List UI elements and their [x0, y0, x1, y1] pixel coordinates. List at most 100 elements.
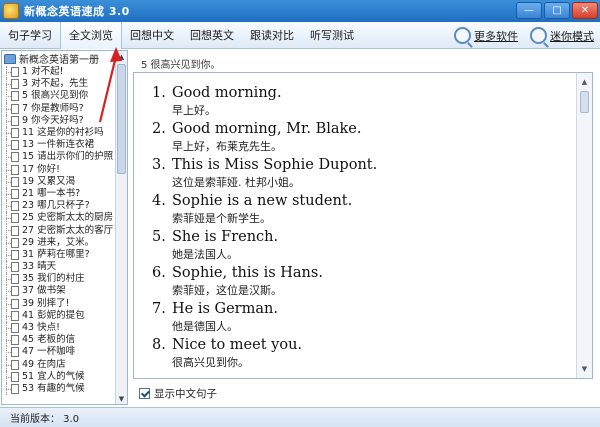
sentence-english-text: This is Miss Sophie Dupont.	[172, 157, 378, 173]
main-toolbar: 句子学习 全文浏览 回想中文 回想英文 跟读对比 听写测试 更多软件 迷你模式	[0, 21, 600, 49]
tree-item-label: 53 有趣的气候	[22, 382, 85, 394]
scroll-up-arrow-icon[interactable]: ▲	[580, 77, 589, 87]
tree-item[interactable]: 5 很高兴见到你	[2, 90, 127, 103]
sentence-english-text: Sophie is a new student.	[172, 193, 353, 209]
sentence-block: 7. He is German. 他是德国人。	[152, 301, 278, 334]
tab-recall-english[interactable]: 回想英文	[182, 22, 242, 49]
tree-item[interactable]: 21 哪一本书?	[2, 187, 127, 201]
show-chinese-label: 显示中文句子	[154, 387, 217, 400]
tree-scrollbar[interactable]: ▲ ▼	[115, 51, 127, 404]
full-text-content: 1. Good morning. 早上好。 2. Good morning, Mr. B…	[133, 72, 593, 379]
tree-item[interactable]: 13 一件新连衣裙	[2, 139, 127, 152]
tree-item[interactable]: 19 又累又渴	[2, 175, 127, 189]
sentence-english: 8. Nice to meet you.	[152, 337, 302, 353]
tree-item-label: 47 一杯咖啡	[22, 346, 76, 358]
document-icon	[11, 79, 19, 90]
tree-item-label: 17 你好!	[22, 163, 60, 175]
document-icon	[11, 201, 19, 212]
tree-item-label: 11 这是你的衬衫吗	[22, 127, 104, 139]
tree-item[interactable]: 31 萨莉在哪里?	[2, 248, 127, 262]
mini-mode-label: 迷你模式	[550, 29, 594, 43]
more-software-label: 更多软件	[474, 29, 518, 43]
maximize-button[interactable]: □	[544, 2, 570, 19]
tree-item[interactable]: 25 史密斯太太的厨房	[2, 212, 127, 225]
document-icon	[11, 91, 19, 102]
document-icon	[11, 188, 19, 199]
sentence-english: 5. She is French.	[152, 229, 278, 245]
tree-item[interactable]: 41 彭妮的提包	[2, 309, 127, 323]
document-icon	[11, 262, 19, 273]
sentence-english-text: She is French.	[172, 229, 279, 245]
sentence-number: 1.	[152, 85, 166, 101]
show-chinese-option[interactable]: 显示中文句子	[139, 385, 217, 401]
tree-item[interactable]: 7 你是教师吗?	[2, 102, 127, 115]
scroll-down-arrow-icon[interactable]: ▼	[580, 364, 589, 374]
tree-root[interactable]: 新概念英语第一册	[2, 51, 127, 66]
tree-scroll-thumb[interactable]	[117, 64, 126, 174]
tree-item[interactable]: 23 哪几只杯子?	[2, 200, 127, 213]
tree-item-label: 37 做书架	[22, 285, 66, 297]
tree-item[interactable]: 45 老板的信	[2, 334, 127, 347]
scroll-down-arrow-icon[interactable]: ▼	[117, 394, 126, 404]
title-bar: 新概念英语速成 3.0 — □ ✕	[0, 0, 600, 22]
tree-item[interactable]: 27 史密斯太太的客厅	[2, 224, 127, 237]
document-icon	[11, 140, 19, 151]
tree-item[interactable]: 53 有趣的气候	[2, 382, 127, 396]
content-scrollbar[interactable]: ▲ ▼	[576, 73, 592, 378]
sentence-number: 2.	[152, 121, 166, 137]
tree-item-label: 5 很高兴见到你	[22, 90, 89, 102]
sentence-english: 1. Good morning.	[152, 85, 282, 101]
tree-item[interactable]: 15 请出示你们的护照	[2, 151, 127, 164]
sentence-english-text: Good morning, Mr. Blake.	[172, 121, 362, 137]
sentence-block: 5. She is French. 她是法国人。	[152, 229, 278, 262]
scroll-up-arrow-icon[interactable]: ▲	[117, 52, 126, 63]
tab-recall-chinese[interactable]: 回想中文	[122, 22, 182, 49]
document-icon	[11, 371, 19, 382]
tree-item-label: 23 哪几只杯子?	[22, 200, 90, 212]
tree-item[interactable]: 29 进来，艾米。	[2, 236, 127, 250]
tree-item-label: 3 对不起，先生	[22, 78, 89, 90]
sentence-number: 5.	[152, 229, 166, 245]
lesson-tree[interactable]: 新概念英语第一册 1 对不起! 3 对不起，先生 5 很高兴见到你 7 你是教师吗? 9…	[1, 50, 128, 405]
tab-read-compare[interactable]: 跟读对比	[242, 22, 302, 49]
tree-item[interactable]: 11 这是你的衬衫吗	[2, 126, 127, 140]
sentence-block: 8. Nice to meet you. 很高兴见到你。	[152, 337, 302, 370]
tree-item[interactable]: 39 别摔了!	[2, 297, 127, 310]
tab-sentence-study[interactable]: 句子学习	[0, 22, 60, 49]
sentence-chinese: 她是法国人。	[172, 248, 238, 261]
document-icon	[11, 128, 19, 139]
minimize-button[interactable]: —	[516, 2, 542, 19]
tab-dictation-test[interactable]: 听写测试	[302, 22, 362, 49]
tree-item[interactable]: 35 我们的村庄	[2, 273, 127, 286]
tab-full-text[interactable]: 全文浏览	[60, 21, 122, 49]
sentence-chinese: 早上好，布莱克先生。	[172, 140, 282, 153]
document-icon	[11, 274, 19, 285]
tree-item[interactable]: 47 一杯咖啡	[2, 346, 127, 359]
sentence-block: 3. This is Miss Sophie Dupont. 这位是索菲娅. 杜邦小…	[152, 157, 377, 190]
document-icon	[11, 347, 19, 358]
document-icon	[11, 152, 19, 163]
tree-item[interactable]: 17 你好!	[2, 163, 127, 176]
tree-item[interactable]: 49 在肉店	[2, 358, 127, 371]
tree-item[interactable]: 43 快点!	[2, 321, 127, 335]
sentence-english: 6. Sophie, this is Hans.	[152, 265, 323, 281]
tree-item[interactable]: 51 宜人的气候	[2, 370, 127, 384]
tree-item[interactable]: 3 对不起，先生	[2, 78, 127, 91]
sentence-english: 7. He is German.	[152, 301, 278, 317]
sentence-english-text: Good morning.	[172, 85, 282, 101]
tree-item[interactable]: 1 对不起!	[2, 66, 127, 79]
close-button[interactable]: ✕	[572, 2, 598, 19]
content-scroll-thumb[interactable]	[580, 91, 589, 113]
tree-item[interactable]: 9 你今天好吗?	[2, 114, 127, 128]
tree-item-label: 43 快点!	[22, 322, 60, 334]
mini-mode-link[interactable]: 迷你模式	[530, 27, 594, 44]
tree-item[interactable]: 37 做书架	[2, 285, 127, 298]
tree-item-label: 35 我们的村庄	[22, 273, 85, 285]
tree-item-label: 19 又累又渴	[22, 175, 76, 187]
more-software-link[interactable]: 更多软件	[454, 27, 518, 44]
show-chinese-checkbox[interactable]	[139, 387, 150, 399]
sentence-english-text: Nice to meet you.	[172, 337, 303, 353]
tree-item[interactable]: 33 晴天	[2, 261, 127, 274]
tree-item-label: 25 史密斯太太的厨房	[22, 212, 114, 224]
sentence-number: 3.	[152, 157, 166, 173]
